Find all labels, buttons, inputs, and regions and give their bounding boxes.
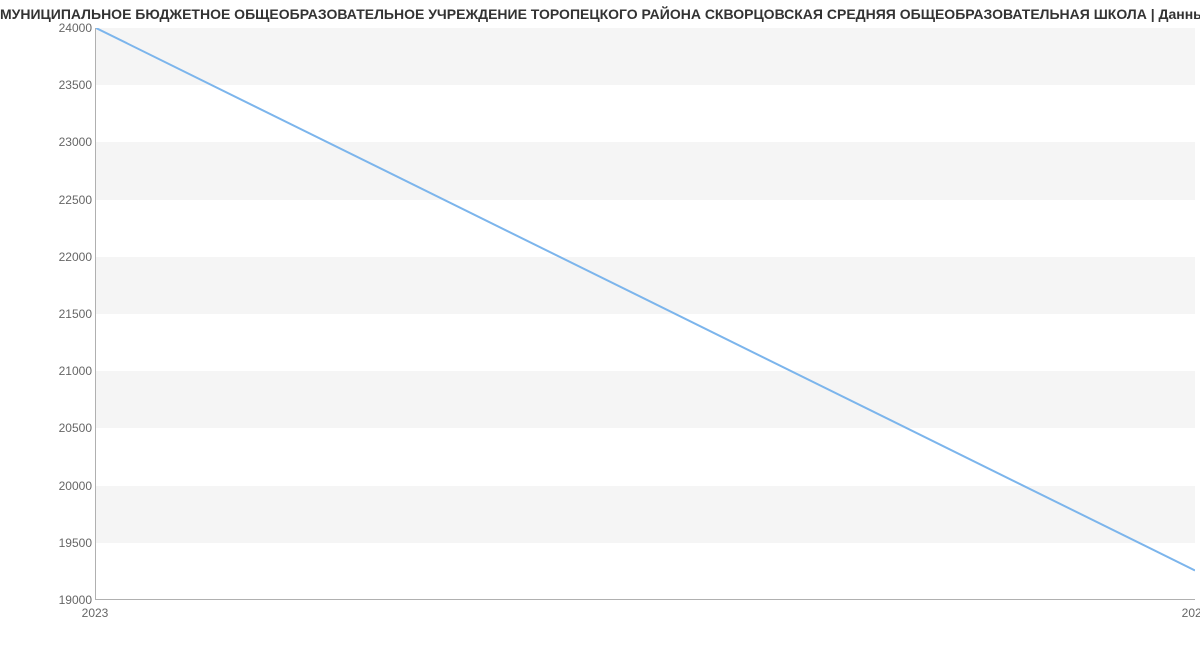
chart-container: 19000 19500 20000 20500 21000 21500 22000 22500… xyxy=(0,28,1200,638)
y-tick-label: 22500 xyxy=(59,193,92,207)
y-tick-label: 23500 xyxy=(59,78,92,92)
y-tick-label: 23000 xyxy=(59,135,92,149)
y-tick-label: 21000 xyxy=(59,364,92,378)
y-tick-label: 19000 xyxy=(59,593,92,607)
y-tick-label: 22000 xyxy=(59,250,92,264)
y-tick-label: 20000 xyxy=(59,479,92,493)
line-svg xyxy=(96,28,1195,599)
x-tick-label: 2023 xyxy=(82,606,109,620)
y-tick-label: 19500 xyxy=(59,536,92,550)
y-tick-label: 20500 xyxy=(59,421,92,435)
y-tick-label: 24000 xyxy=(59,21,92,35)
data-series-line xyxy=(96,28,1195,570)
plot-area xyxy=(95,28,1195,600)
x-tick-label: 2024 xyxy=(1182,606,1200,620)
chart-title: МУНИЦИПАЛЬНОЕ БЮДЖЕТНОЕ ОБЩЕОБРАЗОВАТЕЛЬ… xyxy=(0,6,1200,22)
y-tick-label: 21500 xyxy=(59,307,92,321)
